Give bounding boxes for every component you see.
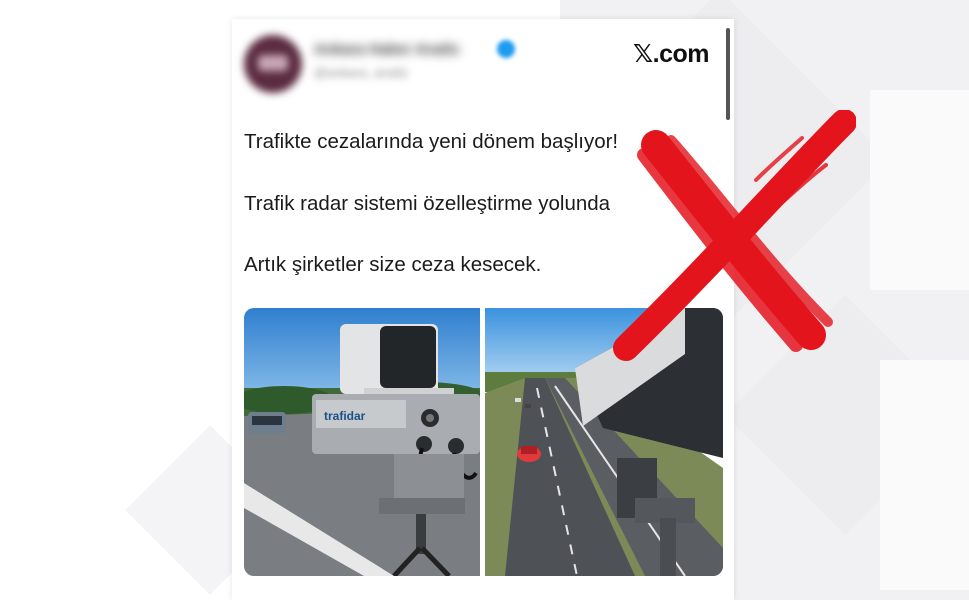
radar-device-photo[interactable]: trafidar	[244, 308, 480, 576]
post-text-line-2: Trafik radar sistemi özelleştirme yolund…	[244, 192, 611, 215]
author-handle[interactable]: @ankara_analiz	[314, 65, 444, 79]
avatar[interactable]	[244, 35, 302, 93]
device-brand-label: trafidar	[324, 409, 366, 423]
x-logo[interactable]: 𝕏.com	[633, 39, 710, 69]
author-name[interactable]: Ankara Haber Analiz	[314, 41, 514, 59]
post-text-line-3: Artık şirketler size ceza kesecek.	[244, 253, 542, 276]
post-card: Ankara Haber Analiz @ankara_analiz 𝕏.com…	[232, 19, 734, 600]
speed-camera-highway-photo[interactable]	[485, 308, 723, 576]
post-text-line-1: Trafikte cezalarında yeni dönem başlıyor…	[244, 130, 619, 153]
scrollbar[interactable]	[726, 28, 730, 120]
verified-badge-icon	[497, 40, 515, 58]
